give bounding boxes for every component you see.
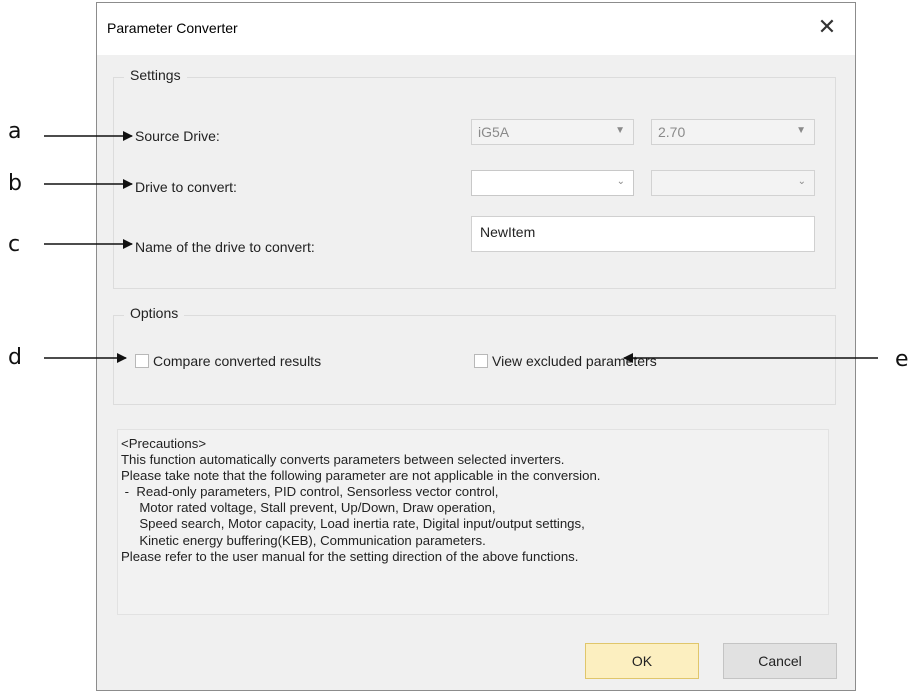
callout-arrows bbox=[44, 131, 878, 363]
